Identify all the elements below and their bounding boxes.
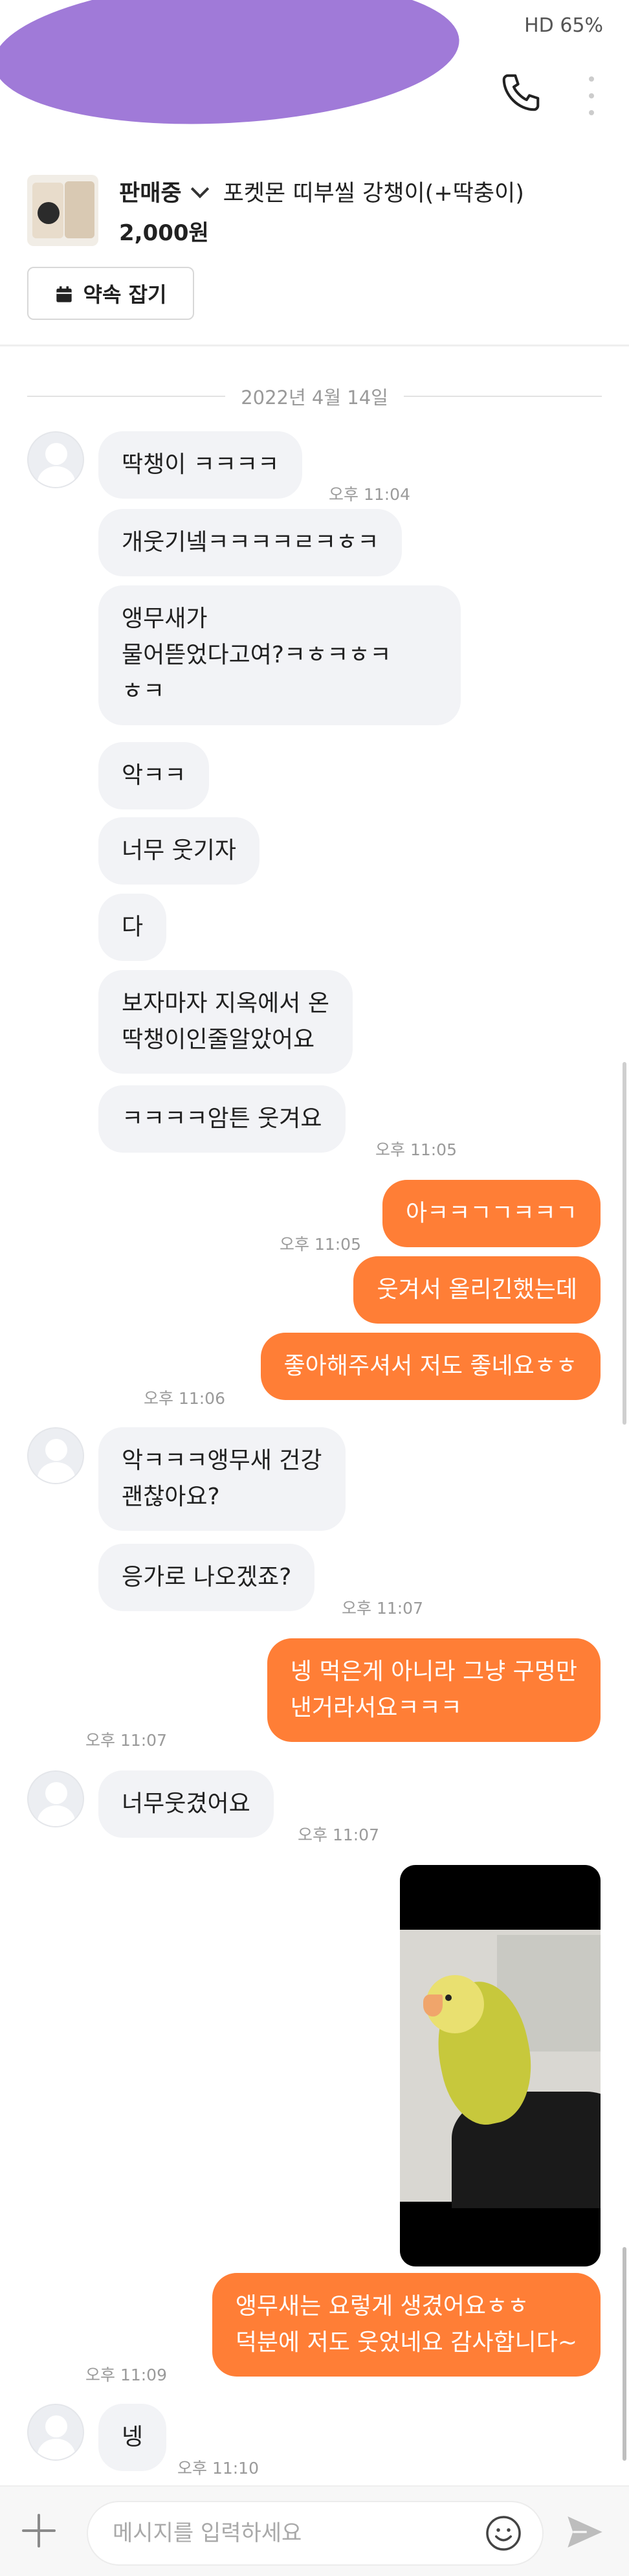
- message-bubble-incoming[interactable]: 악ㅋㅋㅋ앵무새 건강 괜찮아요?: [98, 1427, 346, 1531]
- message-line: 앵무새는 요렇게 생겼어요ㅎㅎ: [235, 2293, 529, 2320]
- schedule-appointment-label: 약속 잡기: [83, 282, 167, 307]
- message-time: 오후 11:04: [329, 485, 410, 504]
- header-divider: [0, 345, 629, 346]
- kebab-menu-icon[interactable]: [588, 76, 595, 115]
- avatar[interactable]: [27, 1770, 84, 1827]
- message-bubble-outgoing[interactable]: 웃겨서 올리긴했는데: [353, 1256, 601, 1324]
- product-title: 포켓몬 띠부씰 강챙이(+딱충이): [223, 181, 524, 207]
- date-label: 2022년 4월 14일: [241, 387, 388, 409]
- message-time: 오후 11:07: [298, 1825, 379, 1844]
- message-time: 오후 11:07: [342, 1599, 423, 1618]
- message-input-field[interactable]: [87, 2501, 544, 2566]
- message-bubble-incoming[interactable]: 다: [98, 894, 167, 961]
- message-time: 오후 11:06: [144, 1389, 225, 1408]
- message-bubble-incoming[interactable]: ㅋㅋㅋㅋ암튼 웃겨요: [98, 1085, 346, 1153]
- plus-icon[interactable]: [19, 2511, 58, 2550]
- redacted-username-scribble: [0, 0, 463, 135]
- message-line: ㅎㅋ: [122, 678, 165, 705]
- schedule-appointment-button[interactable]: 약속 잡기: [27, 267, 194, 320]
- message-bubble-incoming[interactable]: 보자마자 지옥에서 온 딱챙이인줄알았어요: [98, 970, 353, 1074]
- message-bubble-outgoing[interactable]: 넹 먹은게 아니라 그냥 구멍만 낸거라서요ㅋㅋㅋ: [267, 1638, 601, 1742]
- send-icon[interactable]: [564, 2511, 606, 2553]
- message-line: 보자마자 지옥에서 온: [122, 990, 329, 1017]
- phone-icon[interactable]: [498, 70, 544, 115]
- message-bubble-incoming[interactable]: 너무웃겼어요: [98, 1770, 274, 1838]
- message-line: 딱챙이인줄알았어요: [122, 1026, 315, 1053]
- message-time: 오후 11:10: [177, 2459, 259, 2478]
- message-bubble-incoming[interactable]: 악ㅋㅋ: [98, 742, 210, 809]
- message-line: 악ㅋㅋㅋ앵무새 건강: [122, 1447, 322, 1474]
- message-input[interactable]: [111, 2520, 476, 2547]
- message-time: 오후 11:07: [85, 1731, 167, 1750]
- message-line: 덕분에 저도 웃었네요 감사합니다~: [235, 2329, 577, 2356]
- message-bubble-incoming[interactable]: 개웃기넼ㅋㅋㅋㅋㄹㅋㅎㅋ: [98, 509, 403, 576]
- message-bubble-outgoing[interactable]: 좋아해주셔서 저도 좋네요ㅎㅎ: [260, 1333, 601, 1400]
- message-bubble-incoming[interactable]: 딱챙이 ㅋㅋㅋㅋ: [98, 431, 303, 499]
- scrollbar-thumb[interactable]: [623, 2247, 626, 2461]
- message-line: 물어뜯었다고여?ㅋㅎㅋㅎㅋ: [122, 642, 392, 668]
- chevron-down-icon[interactable]: [190, 179, 209, 198]
- photo-message-parrot[interactable]: [400, 1865, 601, 2266]
- scrollbar[interactable]: [623, 1062, 626, 1425]
- message-bubble-incoming[interactable]: 앵무새가 물어뜯었다고여?ㅋㅎㅋㅎㅋ ㅎㅋ: [98, 585, 461, 725]
- emoji-icon[interactable]: [484, 2514, 523, 2553]
- product-thumbnail[interactable]: [27, 175, 98, 246]
- message-time: 오후 11:09: [85, 2366, 167, 2384]
- sale-status[interactable]: 판매중: [119, 175, 182, 208]
- message-time: 오후 11:05: [375, 1140, 457, 1159]
- message-line: 낸거라서요ㅋㅋㅋ: [290, 1695, 462, 1721]
- message-line: 앵무새가: [122, 605, 208, 632]
- date-separator: 2022년 4월 14일: [27, 383, 602, 409]
- avatar[interactable]: [27, 431, 84, 488]
- message-bubble-incoming[interactable]: 넹: [98, 2404, 167, 2471]
- avatar[interactable]: [27, 2404, 84, 2461]
- product-price: 2,000원: [119, 220, 209, 246]
- status-indicators: HD 65%: [524, 14, 603, 37]
- message-line: 넹 먹은게 아니라 그냥 구멍만: [290, 1658, 577, 1685]
- message-bubble-incoming[interactable]: 너무 웃기자: [98, 817, 260, 885]
- message-bubble-incoming[interactable]: 응가로 나오겠죠?: [98, 1544, 315, 1611]
- message-line: 괜찮아요?: [122, 1484, 220, 1510]
- product-info[interactable]: 판매중 포켓몬 띠부씰 강챙이(+딱충이): [119, 175, 524, 208]
- message-time: 오후 11:05: [280, 1235, 361, 1254]
- message-bubble-outgoing[interactable]: 앵무새는 요렇게 생겼어요ㅎㅎ 덕분에 저도 웃었네요 감사합니다~: [212, 2273, 601, 2377]
- message-bubble-outgoing[interactable]: 아ㅋㅋㄱㄱㅋㅋㄱ: [382, 1180, 601, 1247]
- avatar[interactable]: [27, 1427, 84, 1484]
- calendar-icon: [55, 284, 73, 302]
